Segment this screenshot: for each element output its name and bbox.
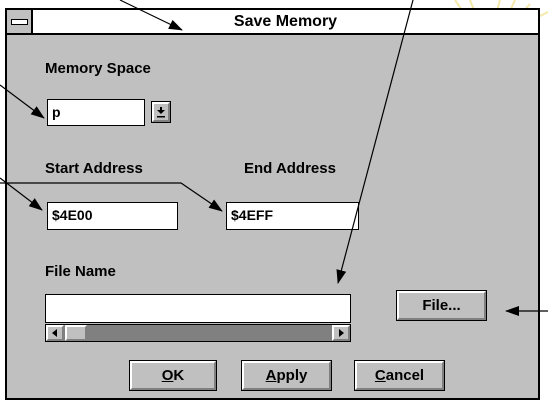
end-address-label: End Address — [244, 160, 336, 177]
dialog-title: Save Memory — [233, 13, 338, 30]
file-browse-button[interactable]: File... — [396, 290, 487, 321]
end-address-field[interactable]: $4EFF — [226, 202, 359, 230]
dropdown-arrow-icon[interactable] — [151, 101, 171, 123]
file-name-label: File Name — [45, 263, 116, 280]
cancel-mnemonic: C — [374, 367, 386, 384]
ok-mnemonic: O — [161, 367, 174, 384]
apply-button[interactable]: Apply — [241, 360, 332, 391]
cancel-label-rest: ancel — [385, 367, 425, 384]
save-memory-dialog: Save Memory Memory Space p Start Address… — [5, 8, 540, 400]
memory-space-select[interactable]: p — [47, 99, 145, 126]
scrollbar-thumb[interactable] — [65, 325, 87, 341]
apply-label-rest: pply — [276, 367, 308, 384]
scroll-left-arrow-icon[interactable] — [46, 325, 64, 341]
title-bar: Save Memory — [7, 10, 538, 35]
apply-mnemonic: A — [265, 367, 277, 384]
file-name-field[interactable] — [45, 294, 351, 323]
start-address-field[interactable]: $4E00 — [47, 202, 178, 230]
memory-space-label: Memory Space — [45, 60, 151, 77]
ok-label-rest: K — [173, 367, 185, 384]
cancel-button[interactable]: Cancel — [354, 360, 445, 391]
scroll-right-arrow-icon[interactable] — [332, 325, 350, 341]
system-menu-icon[interactable] — [7, 10, 33, 33]
start-address-label: Start Address — [45, 160, 143, 177]
file-name-horizontal-scrollbar[interactable] — [45, 324, 351, 342]
ok-button[interactable]: OK — [129, 360, 217, 391]
